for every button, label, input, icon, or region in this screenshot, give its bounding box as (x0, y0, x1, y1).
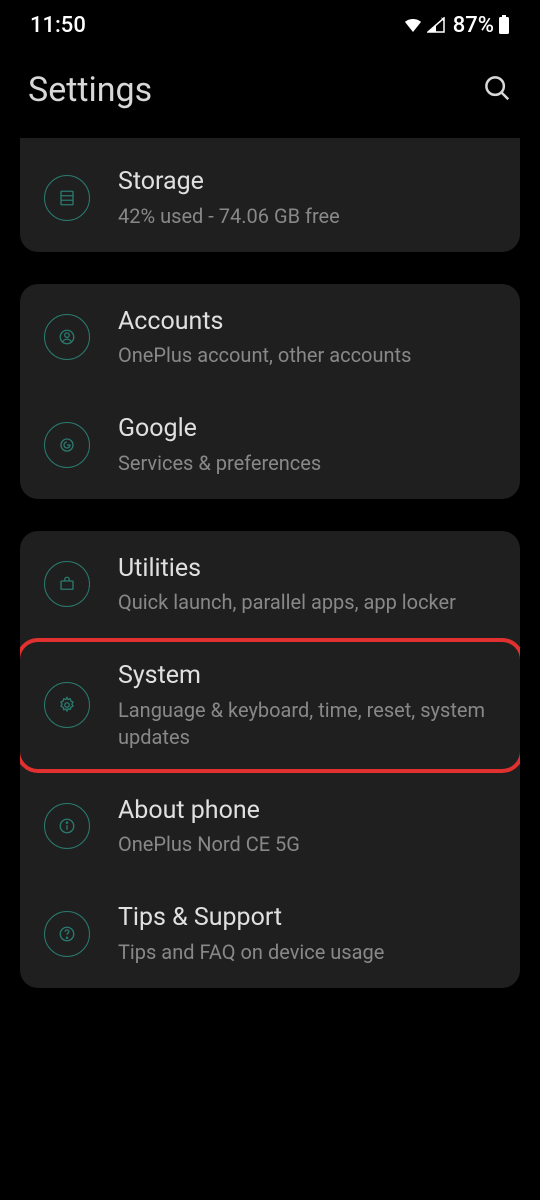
item-subtitle: Quick launch, parallel apps, app locker (118, 589, 496, 616)
item-title: About phone (118, 795, 496, 828)
help-icon (44, 911, 90, 957)
search-icon[interactable] (482, 73, 512, 107)
utilities-icon (44, 561, 90, 607)
settings-item-accounts[interactable]: Accounts OnePlus account, other accounts (20, 284, 520, 392)
settings-group-storage: Storage 42% used - 74.06 GB free (20, 138, 520, 252)
item-subtitle: 42% used - 74.06 GB free (118, 203, 496, 230)
item-title: Tips & Support (118, 902, 496, 935)
settings-item-storage[interactable]: Storage 42% used - 74.06 GB free (20, 144, 520, 252)
settings-item-tips-support[interactable]: Tips & Support Tips and FAQ on device us… (20, 880, 520, 988)
page-title: Settings (28, 70, 152, 110)
item-subtitle: Services & preferences (118, 450, 496, 477)
item-subtitle: Language & keyboard, time, reset, system… (118, 697, 496, 751)
status-time: 11:50 (30, 13, 86, 38)
item-title: Utilities (118, 553, 496, 586)
settings-group-accounts: Accounts OnePlus account, other accounts… (20, 284, 520, 499)
item-title: Google (118, 413, 496, 446)
settings-item-google[interactable]: Google Services & preferences (20, 391, 520, 499)
gear-icon (44, 682, 90, 728)
status-right: x 87% (403, 13, 510, 38)
info-icon (44, 803, 90, 849)
settings-item-about-phone[interactable]: About phone OnePlus Nord CE 5G (20, 773, 520, 881)
item-title: System (118, 660, 496, 693)
item-subtitle: OnePlus account, other accounts (118, 342, 496, 369)
svg-text:x: x (441, 17, 444, 23)
app-header: Settings (0, 50, 540, 138)
settings-group-system: Utilities Quick launch, parallel apps, a… (20, 531, 520, 988)
item-subtitle: OnePlus Nord CE 5G (118, 831, 496, 858)
storage-icon (44, 175, 90, 221)
status-bar: 11:50 x 87% (0, 0, 540, 50)
item-subtitle: Tips and FAQ on device usage (118, 939, 496, 966)
accounts-icon (44, 314, 90, 360)
google-icon (44, 422, 90, 468)
battery-percent: 87% (453, 13, 494, 38)
wifi-icon (403, 17, 423, 33)
highlight-annotation: System Language & keyboard, time, reset,… (20, 638, 520, 773)
item-title: Accounts (118, 306, 496, 339)
item-title: Storage (118, 166, 496, 199)
settings-item-utilities[interactable]: Utilities Quick launch, parallel apps, a… (20, 531, 520, 639)
battery-icon (498, 15, 510, 35)
signal-icon: x (427, 17, 445, 33)
settings-item-system[interactable]: System Language & keyboard, time, reset,… (20, 642, 520, 769)
